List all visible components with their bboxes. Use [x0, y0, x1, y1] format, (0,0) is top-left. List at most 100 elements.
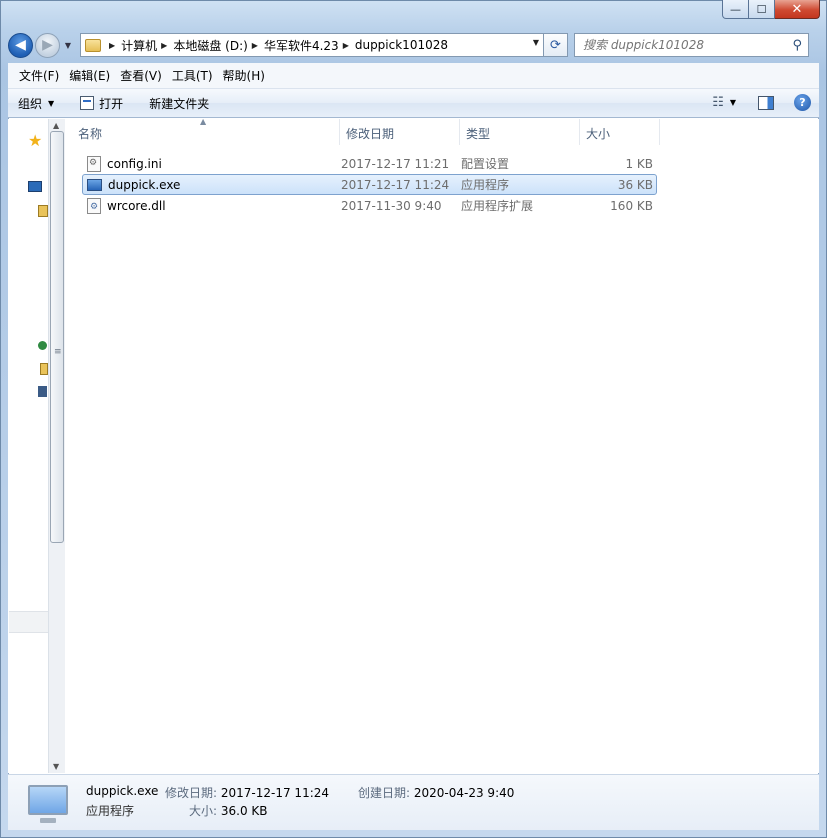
open-label: 打开 [99, 96, 124, 111]
file-name-cell: duppick.exe [83, 178, 341, 192]
chevron-down-icon: ▼ [48, 98, 55, 108]
preview-pane-icon[interactable] [758, 95, 774, 110]
scroll-up-icon[interactable]: ▲ [53, 121, 59, 130]
menu-file[interactable]: 文件(F) [14, 67, 64, 84]
file-size: 1 KB [625, 156, 653, 171]
dll-file-icon [87, 197, 101, 214]
file-size: 36 KB [617, 177, 653, 192]
details-modified: 修改日期: 2017-12-17 11:24 [165, 784, 329, 801]
file-name-cell: config.ini [83, 155, 341, 172]
scrollbar-thumb[interactable]: ≡ [50, 131, 64, 543]
view-options-dropdown[interactable]: ▼ [730, 98, 736, 107]
address-bar[interactable]: ▶ 计算机 ▶ 本地磁盘 (D:) ▶ 华军软件4.23 ▶ duppick10… [80, 33, 544, 57]
search-icon[interactable]: ⚲ [792, 38, 802, 53]
menu-bar: 文件(F) 编辑(E) 查看(V) 工具(T) 帮助(H) [8, 63, 819, 89]
menu-edit[interactable]: 编辑(E) [64, 67, 115, 84]
details-created-label: 创建日期: [358, 786, 411, 800]
menu-view[interactable]: 查看(V) [115, 67, 167, 84]
navigation-tree: ★ [8, 119, 48, 773]
navigation-scrollbar[interactable]: ▲ ≡ ▼ [48, 119, 65, 773]
column-header-size[interactable]: 大小 [580, 119, 660, 145]
details-modified-value: 2017-12-17 11:24 [220, 786, 330, 800]
file-date: 2017-12-17 11:24 [341, 177, 450, 192]
menu-help[interactable]: 帮助(H) [218, 67, 270, 84]
column-name-label: 名称 [78, 127, 103, 141]
desktop-icon[interactable] [28, 181, 42, 192]
exe-file-icon [87, 178, 102, 191]
toolbar-right-group: ☷ ▼ ? [712, 94, 811, 111]
breadcrumb-duppick[interactable]: duppick101028 [355, 38, 448, 52]
file-date: 2017-11-30 9:40 [341, 198, 442, 213]
file-name: config.ini [107, 156, 162, 171]
network-icon[interactable] [38, 341, 47, 350]
search-input[interactable] [583, 38, 788, 52]
new-folder-button[interactable]: 新建文件夹 [149, 95, 209, 112]
recent-pages-dropdown[interactable]: ▼ [62, 41, 74, 50]
computer-icon[interactable] [38, 386, 47, 397]
help-icon[interactable]: ? [794, 94, 811, 111]
close-button[interactable]: ✕ [775, 0, 820, 19]
minimize-button[interactable]: — [722, 0, 749, 19]
change-view-icon[interactable]: ☷ [712, 95, 724, 110]
ini-file-icon [87, 155, 101, 172]
breadcrumb-separator-icon[interactable]: ▶ [109, 41, 115, 50]
open-icon [80, 96, 95, 110]
file-type: 配置设置 [461, 157, 510, 171]
details-file-name: duppick.exe [86, 784, 159, 798]
menu-tools[interactable]: 工具(T) [167, 67, 218, 84]
details-modified-label: 修改日期: [165, 786, 218, 800]
breadcrumb-huajun[interactable]: 华军软件4.23 [264, 37, 339, 54]
file-list[interactable]: 名称 ▲ 修改日期 类型 大小 config.ini 2017-12-17 11… [66, 117, 819, 773]
breadcrumb-separator-icon[interactable]: ▶ [252, 41, 258, 50]
details-size: 大小: 36.0 KB [189, 802, 268, 819]
organize-label: 组织 [18, 96, 43, 111]
open-button[interactable]: 打开 [80, 95, 123, 112]
scroll-down-icon[interactable]: ▼ [53, 762, 59, 771]
file-row[interactable]: wrcore.dll 2017-11-30 9:40 应用程序扩展 160 KB [82, 195, 657, 216]
maximize-button[interactable]: ☐ [749, 0, 775, 19]
file-name: wrcore.dll [107, 198, 166, 213]
folder-icon [85, 38, 101, 52]
file-type: 应用程序扩展 [461, 199, 534, 213]
new-folder-label: 新建文件夹 [149, 96, 210, 111]
column-header-type[interactable]: 类型 [460, 119, 580, 145]
file-row-selected[interactable]: duppick.exe 2017-12-17 11:24 应用程序 36 KB [82, 174, 657, 195]
search-box[interactable]: ⚲ [574, 33, 809, 57]
breadcrumb-computer[interactable]: 计算机 [121, 37, 157, 54]
details-created: 创建日期: 2020-04-23 9:40 [358, 784, 514, 801]
details-size-label: 大小: [189, 804, 218, 818]
favorites-star-icon[interactable]: ★ [28, 131, 42, 150]
command-bar: 组织 ▼ 打开 新建文件夹 ☷ ▼ ? [8, 89, 819, 118]
breadcrumb-separator-icon[interactable]: ▶ [343, 41, 349, 50]
breadcrumb-separator-icon[interactable]: ▶ [161, 41, 167, 50]
navigation-item-highlight[interactable] [9, 611, 48, 633]
sort-ascending-icon: ▲ [200, 117, 207, 126]
navigation-pane: ★ ▲ ≡ ▼ [8, 119, 65, 773]
column-header-name[interactable]: 名称 ▲ [66, 117, 340, 145]
scrollbar-grip-icon: ≡ [54, 347, 62, 357]
file-date: 2017-12-17 11:21 [341, 156, 450, 171]
file-name-cell: wrcore.dll [83, 197, 341, 214]
folder-icon[interactable] [40, 363, 48, 375]
file-name: duppick.exe [108, 177, 181, 192]
navigation-bar: ◀ ▶ ▼ ▶ 计算机 ▶ 本地磁盘 (D:) ▶ 华军软件4.23 ▶ dup… [8, 32, 819, 58]
library-icon[interactable] [38, 205, 48, 217]
file-row[interactable]: config.ini 2017-12-17 11:21 配置设置 1 KB [82, 153, 657, 174]
address-dropdown-icon[interactable]: ▼ [533, 38, 539, 47]
file-type: 应用程序 [461, 178, 510, 192]
back-button[interactable]: ◀ [8, 32, 33, 58]
forward-button[interactable]: ▶ [35, 32, 60, 58]
file-rows: config.ini 2017-12-17 11:21 配置设置 1 KB du… [82, 153, 657, 216]
details-pane: duppick.exe 应用程序 修改日期: 2017-12-17 11:24 … [8, 774, 819, 830]
application-icon [28, 785, 68, 823]
details-created-value: 2020-04-23 9:40 [413, 786, 515, 800]
details-size-value: 36.0 KB [220, 804, 268, 818]
details-file-type: 应用程序 [86, 804, 135, 818]
breadcrumb-drive-d[interactable]: 本地磁盘 (D:) [173, 37, 247, 54]
column-header-row: 名称 ▲ 修改日期 类型 大小 [66, 117, 666, 145]
organize-button[interactable]: 组织 ▼ [18, 95, 54, 112]
file-size: 160 KB [610, 198, 653, 213]
column-header-date[interactable]: 修改日期 [340, 119, 460, 145]
refresh-button[interactable]: ⟳ [544, 33, 568, 57]
caption-buttons: — ☐ ✕ [722, 0, 820, 19]
